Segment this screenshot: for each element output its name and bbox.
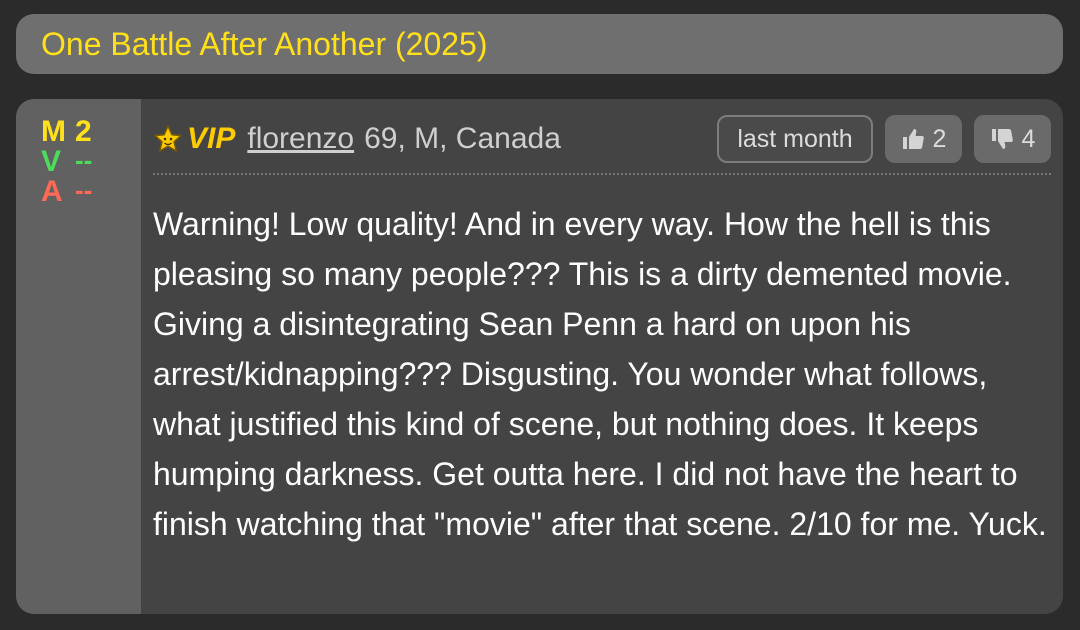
movie-title-bar: One Battle After Another (2025) — [16, 14, 1063, 74]
user-meta: 69, M, Canada — [364, 122, 561, 155]
score-v-value: -- — [75, 145, 93, 175]
score-a: A -- — [41, 177, 92, 207]
score-m-value: 2 — [75, 115, 92, 148]
header-divider — [153, 173, 1051, 175]
thumbs-up-count: 2 — [932, 124, 947, 153]
score-a-value: -- — [75, 175, 93, 205]
review-text: Warning! Low quality! And in every way. … — [153, 206, 1047, 542]
vip-badge: VIP — [187, 122, 236, 155]
review-content: VIP florenzo 69, M, Canada last month 2 — [141, 99, 1063, 614]
thumbs-down-count: 4 — [1021, 124, 1036, 153]
review-date: last month — [717, 115, 873, 163]
thumbs-up-icon — [902, 129, 924, 149]
username-link[interactable]: florenzo — [247, 122, 354, 156]
score-a-label: A — [41, 175, 63, 208]
page: One Battle After Another (2025) M 2 V --… — [0, 0, 1080, 630]
score-column: M 2 V -- A -- — [16, 99, 141, 614]
score-m-label: M — [41, 115, 66, 148]
thumbs-down-icon — [991, 129, 1013, 149]
star-icon — [153, 124, 183, 154]
review-card: M 2 V -- A -- VIP florenzo 69, M, Canada… — [16, 99, 1063, 614]
thumbs-up-button[interactable]: 2 — [885, 115, 962, 163]
review-header: VIP florenzo 69, M, Canada last month 2 — [153, 113, 1051, 165]
score-v-label: V — [41, 145, 62, 178]
movie-title-link[interactable]: One Battle After Another (2025) — [41, 28, 488, 60]
score-m: M 2 — [41, 117, 92, 147]
thumbs-down-button[interactable]: 4 — [974, 115, 1051, 163]
score-v: V -- — [41, 147, 92, 177]
review-actions: last month 2 4 — [717, 115, 1051, 163]
